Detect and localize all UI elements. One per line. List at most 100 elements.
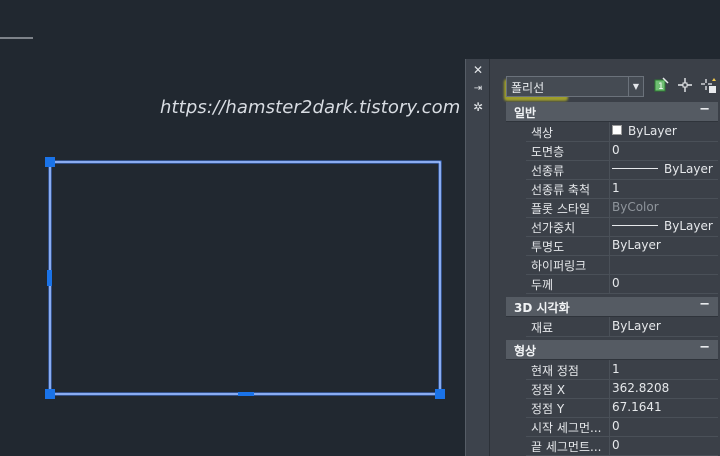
property-row[interactable]: 현재 정점 1 — [526, 360, 718, 380]
property-row[interactable]: 정점 X 362.8208 — [526, 379, 718, 399]
property-value-text: 362.8208 — [612, 381, 670, 395]
property-name: 투명도 — [531, 240, 565, 254]
property-row[interactable]: 재료 ByLayer — [526, 317, 718, 337]
properties-settings-icon[interactable]: ✲ — [466, 99, 490, 115]
palette-toolbar: 폴리선 ▼ 1 — [490, 59, 720, 101]
property-name: 색상 — [531, 126, 554, 140]
property-value[interactable]: ByLayer — [612, 124, 677, 138]
column-divider — [609, 317, 610, 336]
column-divider — [609, 436, 610, 455]
property-name: 선종류 축척 — [531, 183, 591, 197]
column-divider — [609, 379, 610, 398]
property-value[interactable]: 0 — [612, 438, 620, 452]
object-type-value: 폴리선 — [511, 81, 545, 95]
selected-polyline[interactable] — [48, 160, 442, 396]
collapse-toggle-icon[interactable]: − — [699, 102, 710, 117]
property-name: 플롯 스타일 — [531, 202, 591, 216]
property-value-text: ByLayer — [664, 162, 713, 176]
vertex-grip[interactable] — [45, 157, 55, 167]
section-title: 형상 — [514, 344, 537, 358]
property-row[interactable]: 플롯 스타일 ByColor — [526, 198, 718, 218]
chevron-down-icon[interactable]: ▼ — [628, 77, 643, 96]
property-value-text: 0 — [612, 438, 620, 452]
property-row[interactable]: 시작 세그먼... 0 — [526, 417, 718, 437]
property-name: 정점 X — [531, 383, 566, 397]
property-row[interactable]: 두께 0 — [526, 274, 718, 294]
column-divider — [609, 122, 610, 141]
column-divider — [609, 198, 610, 217]
property-row[interactable]: 도면층 0 — [526, 141, 718, 161]
property-value[interactable]: 67.1641 — [612, 400, 662, 414]
color-swatch — [612, 125, 622, 135]
property-name: 끝 세그먼트... — [531, 440, 601, 454]
midpoint-grip[interactable] — [47, 270, 52, 286]
midpoint-grip[interactable] — [238, 392, 254, 396]
close-icon[interactable]: ✕ — [466, 62, 490, 78]
section-title: 일반 — [514, 106, 537, 120]
section-header[interactable]: 형상 − — [506, 340, 718, 360]
property-value[interactable]: 0 — [612, 419, 620, 433]
property-value-text: ByColor — [612, 200, 659, 214]
property-row[interactable]: 하이퍼링크 — [526, 255, 718, 275]
property-value[interactable]: 0 — [612, 276, 620, 290]
property-name: 두께 — [531, 278, 554, 292]
vertex-grip[interactable] — [45, 389, 55, 399]
property-value[interactable]: ByLayer — [612, 238, 661, 252]
collapse-toggle-icon[interactable]: − — [699, 297, 710, 312]
column-divider — [609, 160, 610, 179]
property-name: 재료 — [531, 321, 554, 335]
property-row[interactable]: 색상 ByLayer — [526, 122, 718, 142]
property-value[interactable]: 0 — [612, 143, 620, 157]
property-row[interactable]: 끝 세그먼트... 0 — [526, 436, 718, 456]
auto-hide-icon[interactable]: ⇥ — [466, 81, 490, 97]
svg-text:1: 1 — [658, 82, 664, 92]
column-divider — [609, 360, 610, 379]
column-divider — [609, 217, 610, 236]
property-value-text: 1 — [612, 362, 620, 376]
property-value[interactable]: ByLayer — [612, 319, 661, 333]
column-divider — [609, 236, 610, 255]
column-divider — [609, 179, 610, 198]
property-name: 선가중치 — [531, 221, 576, 235]
toggle-pickadd-icon[interactable]: 1 — [652, 77, 670, 95]
linetype-sample — [612, 168, 658, 169]
watermark-url: https://hamster2dark.tistory.com — [160, 97, 461, 118]
property-value-text: ByLayer — [612, 238, 661, 252]
property-value[interactable]: ByLayer — [612, 219, 713, 233]
property-name: 선종류 — [531, 164, 565, 178]
property-value-text: ByLayer — [628, 124, 677, 138]
section-title: 3D 시각화 — [514, 301, 570, 315]
column-divider — [609, 417, 610, 436]
property-value[interactable]: ByColor — [612, 200, 659, 214]
palette-title-strip[interactable]: ✕ ⇥ ✲ — [465, 59, 490, 456]
vertex-grip[interactable] — [435, 389, 445, 399]
column-divider — [609, 141, 610, 160]
property-row[interactable]: 정점 Y 67.1641 — [526, 398, 718, 418]
section-header[interactable]: 3D 시각화 − — [506, 297, 718, 317]
property-value[interactable]: 362.8208 — [612, 381, 669, 395]
property-value[interactable]: ByLayer — [612, 162, 713, 176]
property-value-text: 67.1641 — [612, 400, 662, 414]
column-divider — [609, 274, 610, 293]
property-row[interactable]: 선가중치 ByLayer — [526, 217, 718, 237]
property-value[interactable]: 1 — [612, 181, 620, 195]
property-row[interactable]: 선종류 ByLayer — [526, 160, 718, 180]
property-value-text: 0 — [612, 143, 620, 157]
property-name: 도면층 — [531, 145, 565, 159]
section-header[interactable]: 일반 − — [506, 102, 718, 122]
properties-palette: 폴리선 ▼ 1 일반 − 색상 ByLayer 도면층 0 선종류 ByLayer 선종류 축척… — [489, 59, 720, 456]
property-value-text: 0 — [612, 276, 620, 290]
property-name: 정점 Y — [531, 402, 565, 416]
property-row[interactable]: 선종류 축척 1 — [526, 179, 718, 199]
property-name: 시작 세그먼... — [531, 421, 601, 435]
object-type-dropdown[interactable]: 폴리선 ▼ — [506, 76, 644, 97]
property-value[interactable]: 1 — [612, 362, 620, 376]
property-row[interactable]: 투명도 ByLayer — [526, 236, 718, 256]
quick-select-icon[interactable] — [700, 77, 718, 95]
select-objects-icon[interactable] — [676, 77, 694, 95]
collapse-toggle-icon[interactable]: − — [699, 340, 710, 355]
column-divider — [609, 398, 610, 417]
property-value-text: ByLayer — [664, 219, 713, 233]
property-name: 현재 정점 — [531, 364, 579, 378]
property-value-text: 1 — [612, 181, 620, 195]
